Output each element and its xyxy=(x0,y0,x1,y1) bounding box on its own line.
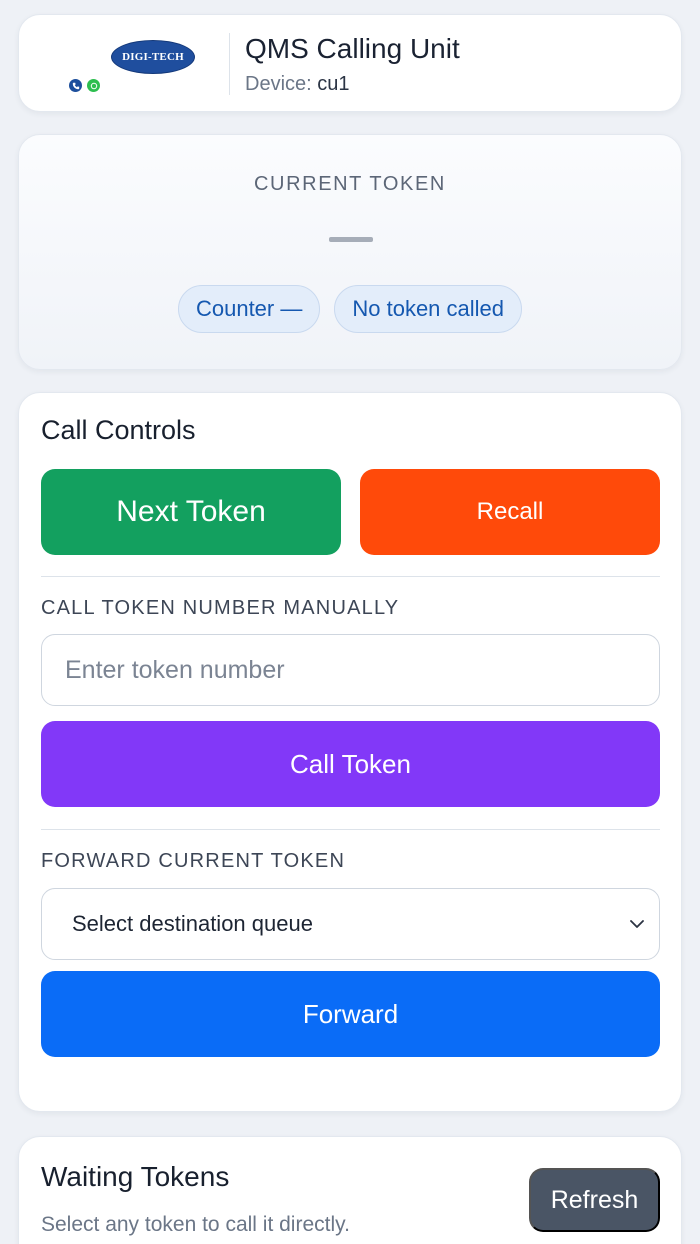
current-token-value xyxy=(329,237,373,242)
logo-oval: DIGI-TECH xyxy=(111,40,195,74)
forward-label: FORWARD CURRENT TOKEN xyxy=(41,850,346,872)
refresh-button[interactable]: Refresh xyxy=(529,1168,660,1232)
device-info: Device: cu1 xyxy=(245,73,350,96)
header-divider xyxy=(229,33,230,95)
waiting-tokens-card: Waiting Tokens Select any token to call … xyxy=(18,1136,682,1244)
chevron-down-icon xyxy=(630,920,644,928)
phone-icon xyxy=(69,79,82,92)
brand-logo: DIGI-TECH xyxy=(53,37,223,95)
current-token-label: CURRENT TOKEN xyxy=(254,173,446,195)
token-number-input[interactable]: Enter token number xyxy=(41,634,660,706)
header-card: DIGI-TECH QMS Calling Unit Device: cu1 xyxy=(18,14,682,112)
call-controls-card: Call Controls Next Token Recall CALL TOK… xyxy=(18,392,682,1112)
contact-icons xyxy=(69,79,100,92)
call-controls-title: Call Controls xyxy=(41,415,196,445)
call-token-button[interactable]: Call Token xyxy=(41,721,660,807)
token-pills: Counter — No token called xyxy=(19,285,681,333)
logo-text: DIGI-TECH xyxy=(122,51,184,63)
manual-call-label: CALL TOKEN NUMBER MANUALLY xyxy=(41,597,400,619)
token-number-placeholder: Enter token number xyxy=(65,655,285,684)
waiting-tokens-title: Waiting Tokens xyxy=(41,1161,230,1192)
next-token-button[interactable]: Next Token xyxy=(41,469,341,555)
divider xyxy=(41,829,660,830)
counter-pill: Counter — xyxy=(177,285,321,333)
app-title: QMS Calling Unit xyxy=(245,33,460,64)
token-status-pill: No token called xyxy=(334,285,523,333)
device-label: Device: xyxy=(245,73,312,95)
current-token-card: CURRENT TOKEN Counter — No token called xyxy=(18,134,682,370)
recall-button[interactable]: Recall xyxy=(360,469,660,555)
forward-button[interactable]: Forward xyxy=(41,971,660,1057)
destination-queue-select[interactable]: Select destination queue xyxy=(41,888,660,960)
destination-queue-value: Select destination queue xyxy=(72,911,313,936)
whatsapp-icon xyxy=(87,79,100,92)
divider xyxy=(41,576,660,577)
device-id: cu1 xyxy=(317,73,350,95)
waiting-tokens-subtitle: Select any token to call it directly. xyxy=(41,1213,350,1236)
